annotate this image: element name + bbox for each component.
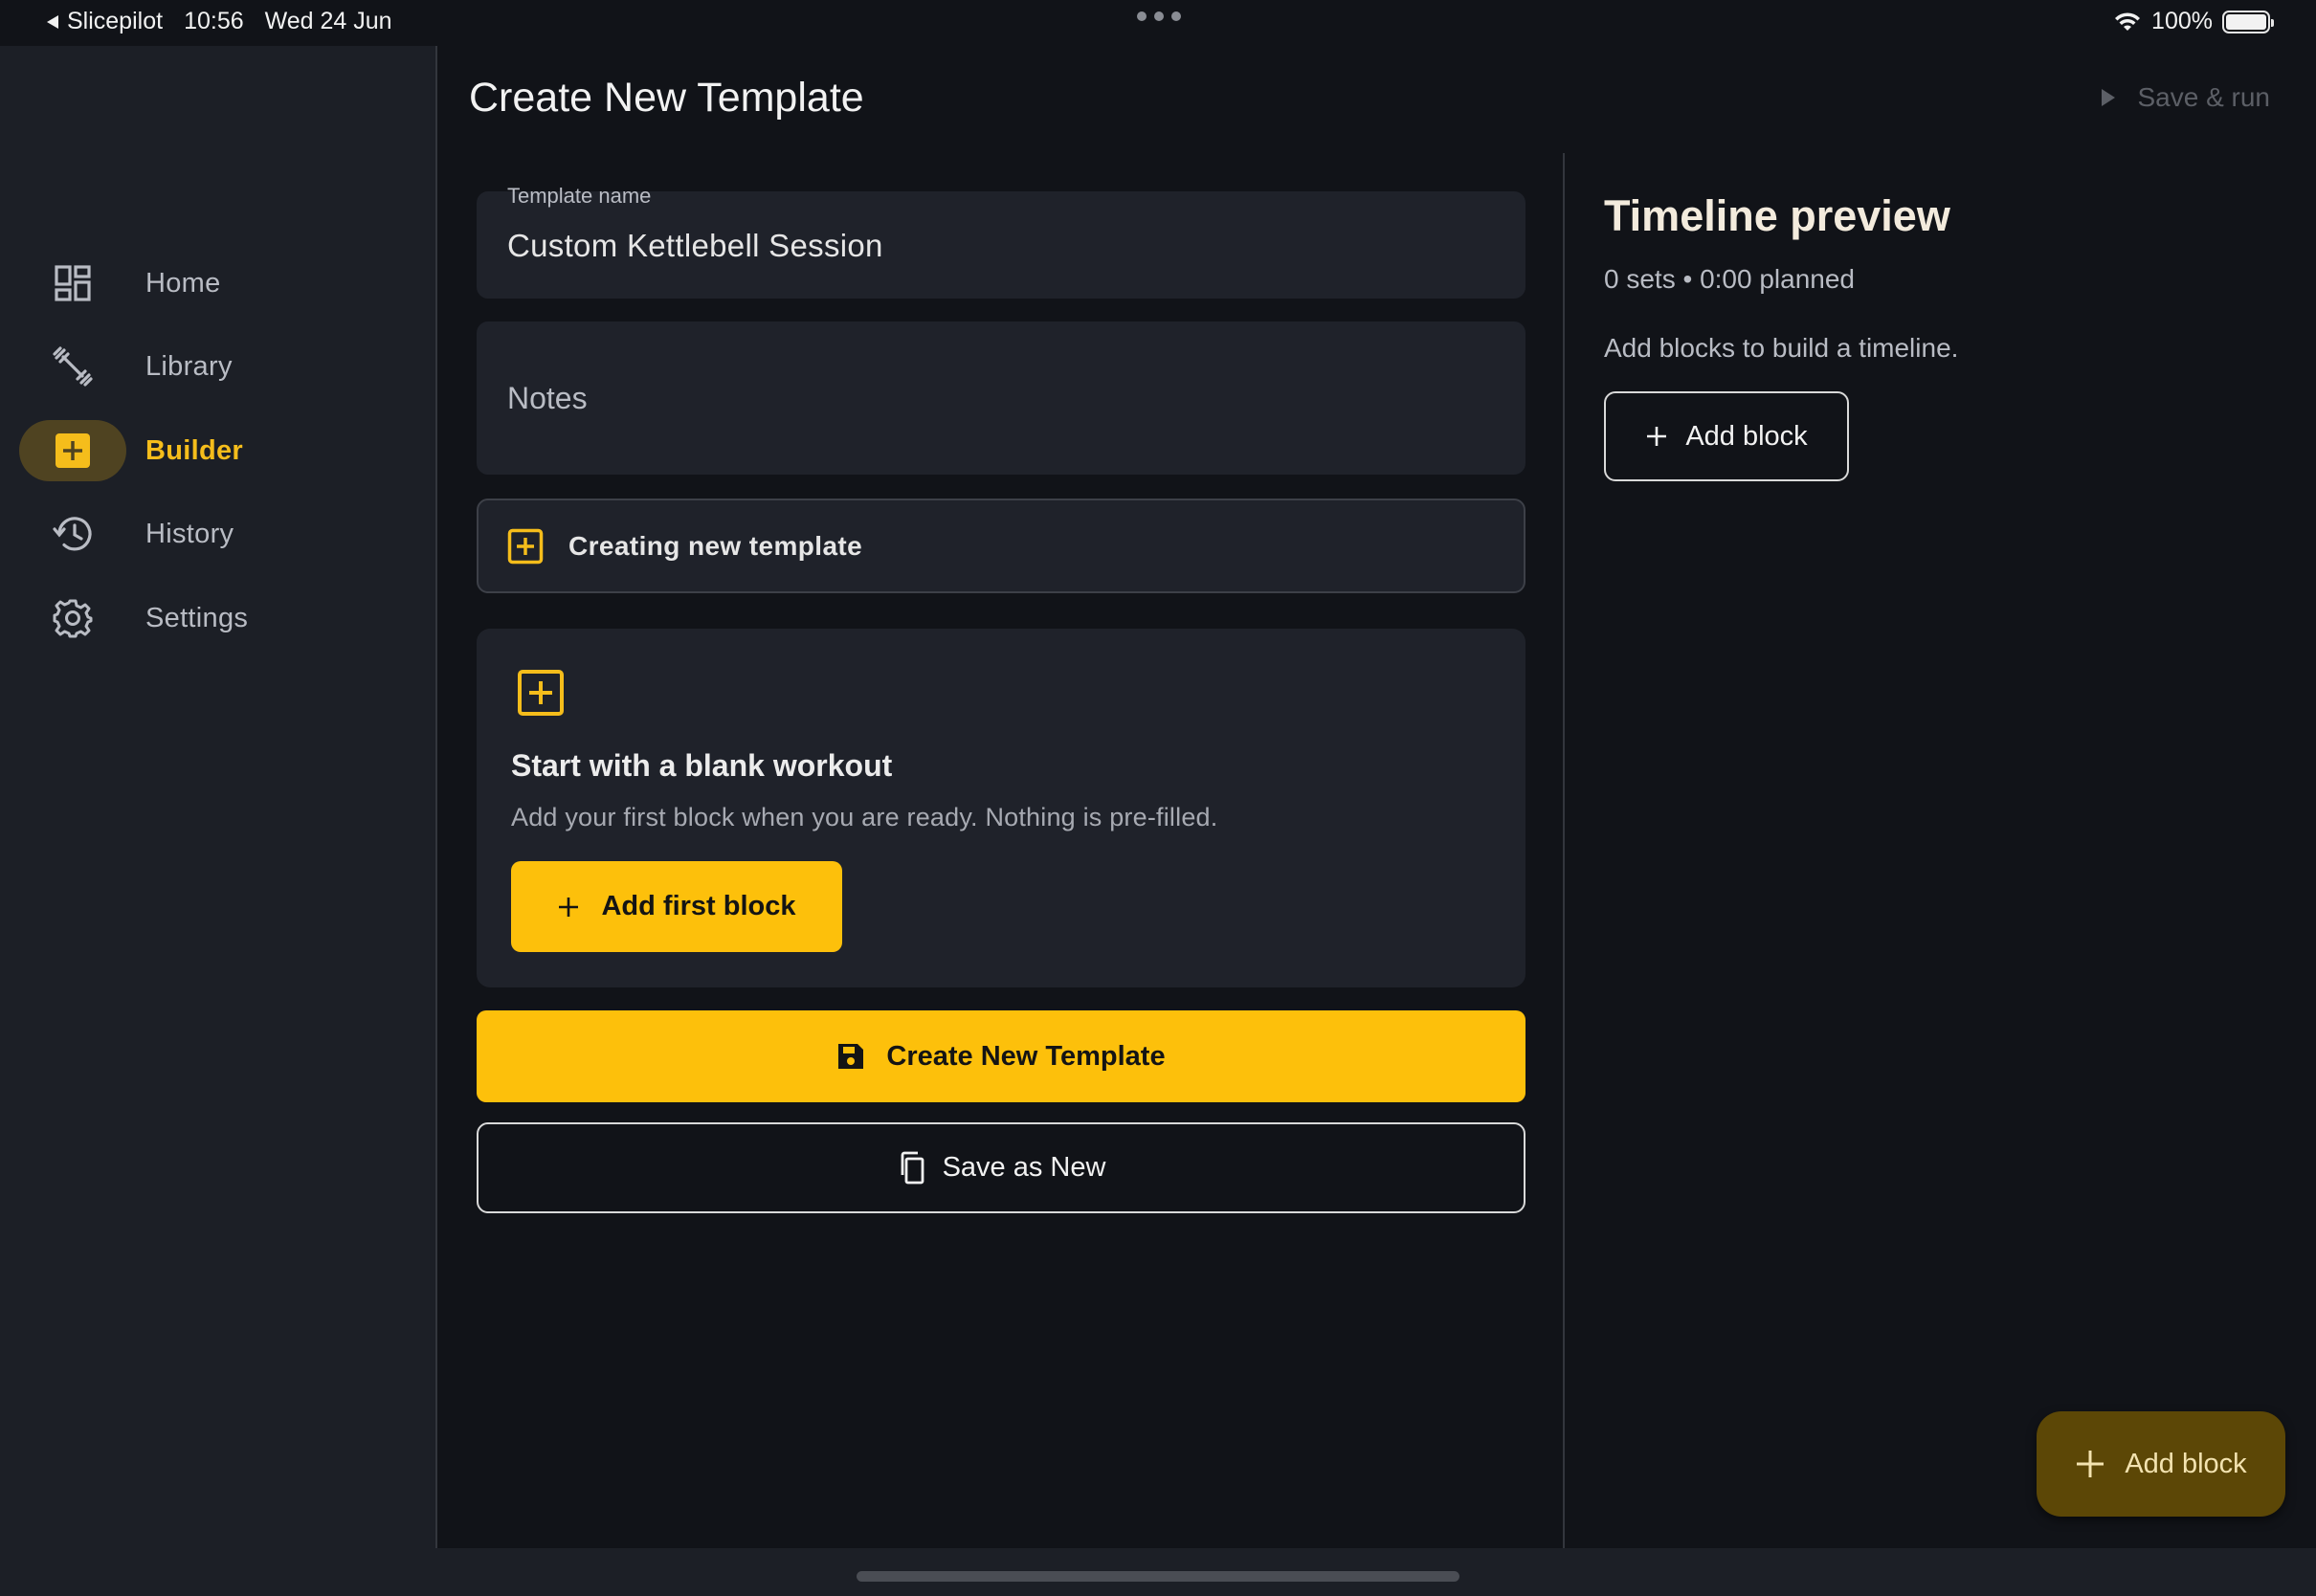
add-block-fab-label: Add block — [2125, 1448, 2247, 1479]
plus-box-outline-icon — [507, 528, 544, 564]
dumbbell-icon — [19, 336, 126, 397]
sidebar-item-builder[interactable]: Builder — [19, 420, 421, 481]
wifi-icon — [2115, 11, 2141, 31]
sidebar-item-library[interactable]: Library — [19, 336, 421, 397]
plus-box-icon — [19, 420, 126, 481]
sidebar-item-home[interactable]: Home — [19, 253, 421, 314]
gear-icon — [19, 587, 126, 649]
multitasking-dots[interactable] — [1137, 11, 1181, 21]
template-name-field[interactable]: Template name Custom Kettlebell Session — [477, 184, 1525, 299]
panel-divider — [1563, 153, 1565, 1548]
add-first-block-label: Add first block — [601, 891, 796, 921]
back-app-label: Slicepilot — [67, 8, 164, 34]
save-and-run-label: Save & run — [2137, 82, 2270, 112]
back-to-app[interactable]: Slicepilot — [46, 8, 163, 35]
plus-icon — [559, 897, 579, 917]
sidebar-item-history[interactable]: History — [19, 503, 421, 565]
sidebar-item-label: Library — [145, 350, 233, 382]
status-bar: Slicepilot 10:56 Wed 24 Jun 100% — [0, 0, 2316, 46]
timeline-title: Timeline preview — [1604, 191, 1950, 240]
blank-workout-subtitle: Add your first block when you are ready.… — [511, 803, 1218, 831]
battery-percent: 100% — [2151, 8, 2213, 34]
sidebar-item-label: Settings — [145, 602, 249, 633]
create-template-button[interactable]: Create New Template — [477, 1010, 1525, 1102]
page-title: Create New Template — [469, 75, 864, 121]
history-icon — [19, 503, 126, 565]
copy-icon — [901, 1151, 924, 1184]
save-icon — [838, 1044, 864, 1069]
status-time: 10:56 — [184, 8, 244, 34]
template-name-value[interactable]: Custom Kettlebell Session — [507, 228, 883, 264]
status-date: Wed 24 Jun — [264, 8, 392, 34]
creating-status-text: Creating new template — [568, 530, 863, 561]
play-icon — [2102, 89, 2116, 106]
sidebar-item-label: Builder — [145, 434, 243, 466]
notes-field[interactable]: Notes — [477, 321, 1525, 475]
status-left: Slicepilot 10:56 Wed 24 Jun — [46, 8, 392, 35]
timeline-add-block-button[interactable]: Add block — [1604, 391, 1849, 481]
sidebar-item-label: History — [145, 518, 234, 549]
sidebar: Home Library Builder History Settings — [0, 46, 437, 1548]
plus-icon — [1647, 427, 1667, 446]
app-root: Slicepilot 10:56 Wed 24 Jun 100% Home Li… — [0, 0, 2316, 1596]
timeline-meta: 0 sets • 0:00 planned — [1604, 264, 1855, 294]
sidebar-item-label: Home — [145, 267, 221, 299]
dashboard-icon — [19, 253, 126, 314]
plus-box-outline-icon — [518, 670, 564, 716]
template-name-label: Template name — [507, 184, 652, 208]
notes-placeholder: Notes — [507, 381, 588, 415]
blank-workout-card: Start with a blank workout Add your firs… — [477, 629, 1525, 987]
status-right: 100% — [2113, 8, 2274, 35]
plus-icon — [2077, 1451, 2104, 1477]
add-first-block-button[interactable]: Add first block — [511, 861, 842, 952]
add-block-fab[interactable]: Add block — [2037, 1411, 2285, 1517]
creating-status-card: Creating new template — [477, 499, 1525, 593]
sidebar-item-settings[interactable]: Settings — [19, 587, 421, 649]
timeline-empty-text: Add blocks to build a timeline. — [1604, 333, 1959, 363]
save-and-run-button[interactable]: Save & run — [2101, 82, 2270, 113]
timeline-add-block-label: Add block — [1685, 420, 1808, 452]
blank-workout-title: Start with a blank workout — [511, 748, 893, 783]
create-template-label: Create New Template — [886, 1040, 1166, 1072]
save-as-new-button[interactable]: Save as New — [477, 1122, 1525, 1213]
home-indicator[interactable] — [857, 1571, 1459, 1582]
save-as-new-label: Save as New — [942, 1152, 1106, 1183]
back-triangle-icon — [47, 14, 58, 29]
battery-icon — [2222, 10, 2274, 33]
